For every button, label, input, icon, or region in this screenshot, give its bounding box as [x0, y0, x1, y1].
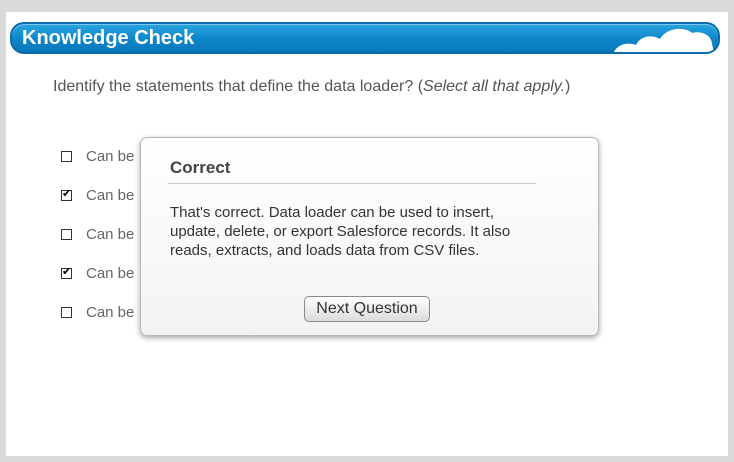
answer-option-5[interactable]: Can be	[61, 304, 134, 321]
checkmark-icon: ✔	[62, 266, 72, 278]
page-title: Knowledge Check	[22, 27, 195, 49]
question-suffix: )	[565, 78, 571, 95]
feedback-message: That's correct. Data loader can be used …	[170, 204, 511, 259]
next-question-button[interactable]: Next Question	[304, 296, 430, 322]
option-label: Can be	[86, 265, 135, 282]
answer-option-1[interactable]: Can be	[61, 148, 134, 165]
option-label: Can be	[86, 148, 135, 165]
divider	[168, 183, 536, 185]
answer-option-4[interactable]: ✔ Can be	[61, 265, 134, 282]
feedback-title: Correct	[170, 158, 231, 177]
answer-option-3[interactable]: Can be	[61, 226, 134, 243]
option-label: Can be	[86, 187, 135, 204]
checkbox[interactable]	[61, 229, 72, 240]
checkbox[interactable]	[61, 307, 72, 318]
question-stem: Identify the statements that define the …	[53, 78, 424, 95]
answer-option-2[interactable]: ✔ Can be	[61, 187, 134, 204]
header-bar: Knowledge Check	[10, 22, 720, 54]
checkmark-icon: ✔	[62, 188, 72, 200]
checkbox[interactable]	[61, 151, 72, 162]
option-label: Can be	[86, 226, 135, 243]
question-instruction: Select all that apply.	[423, 78, 566, 95]
checkbox-checked[interactable]: ✔	[61, 188, 72, 201]
checkbox-checked[interactable]: ✔	[61, 266, 72, 279]
feedback-dialog: Correct That's correct. Data loader can …	[140, 137, 599, 336]
question-text: Identify the statements that define the …	[53, 78, 570, 96]
cloud-icon	[614, 28, 714, 52]
option-label: Can be	[86, 304, 135, 321]
